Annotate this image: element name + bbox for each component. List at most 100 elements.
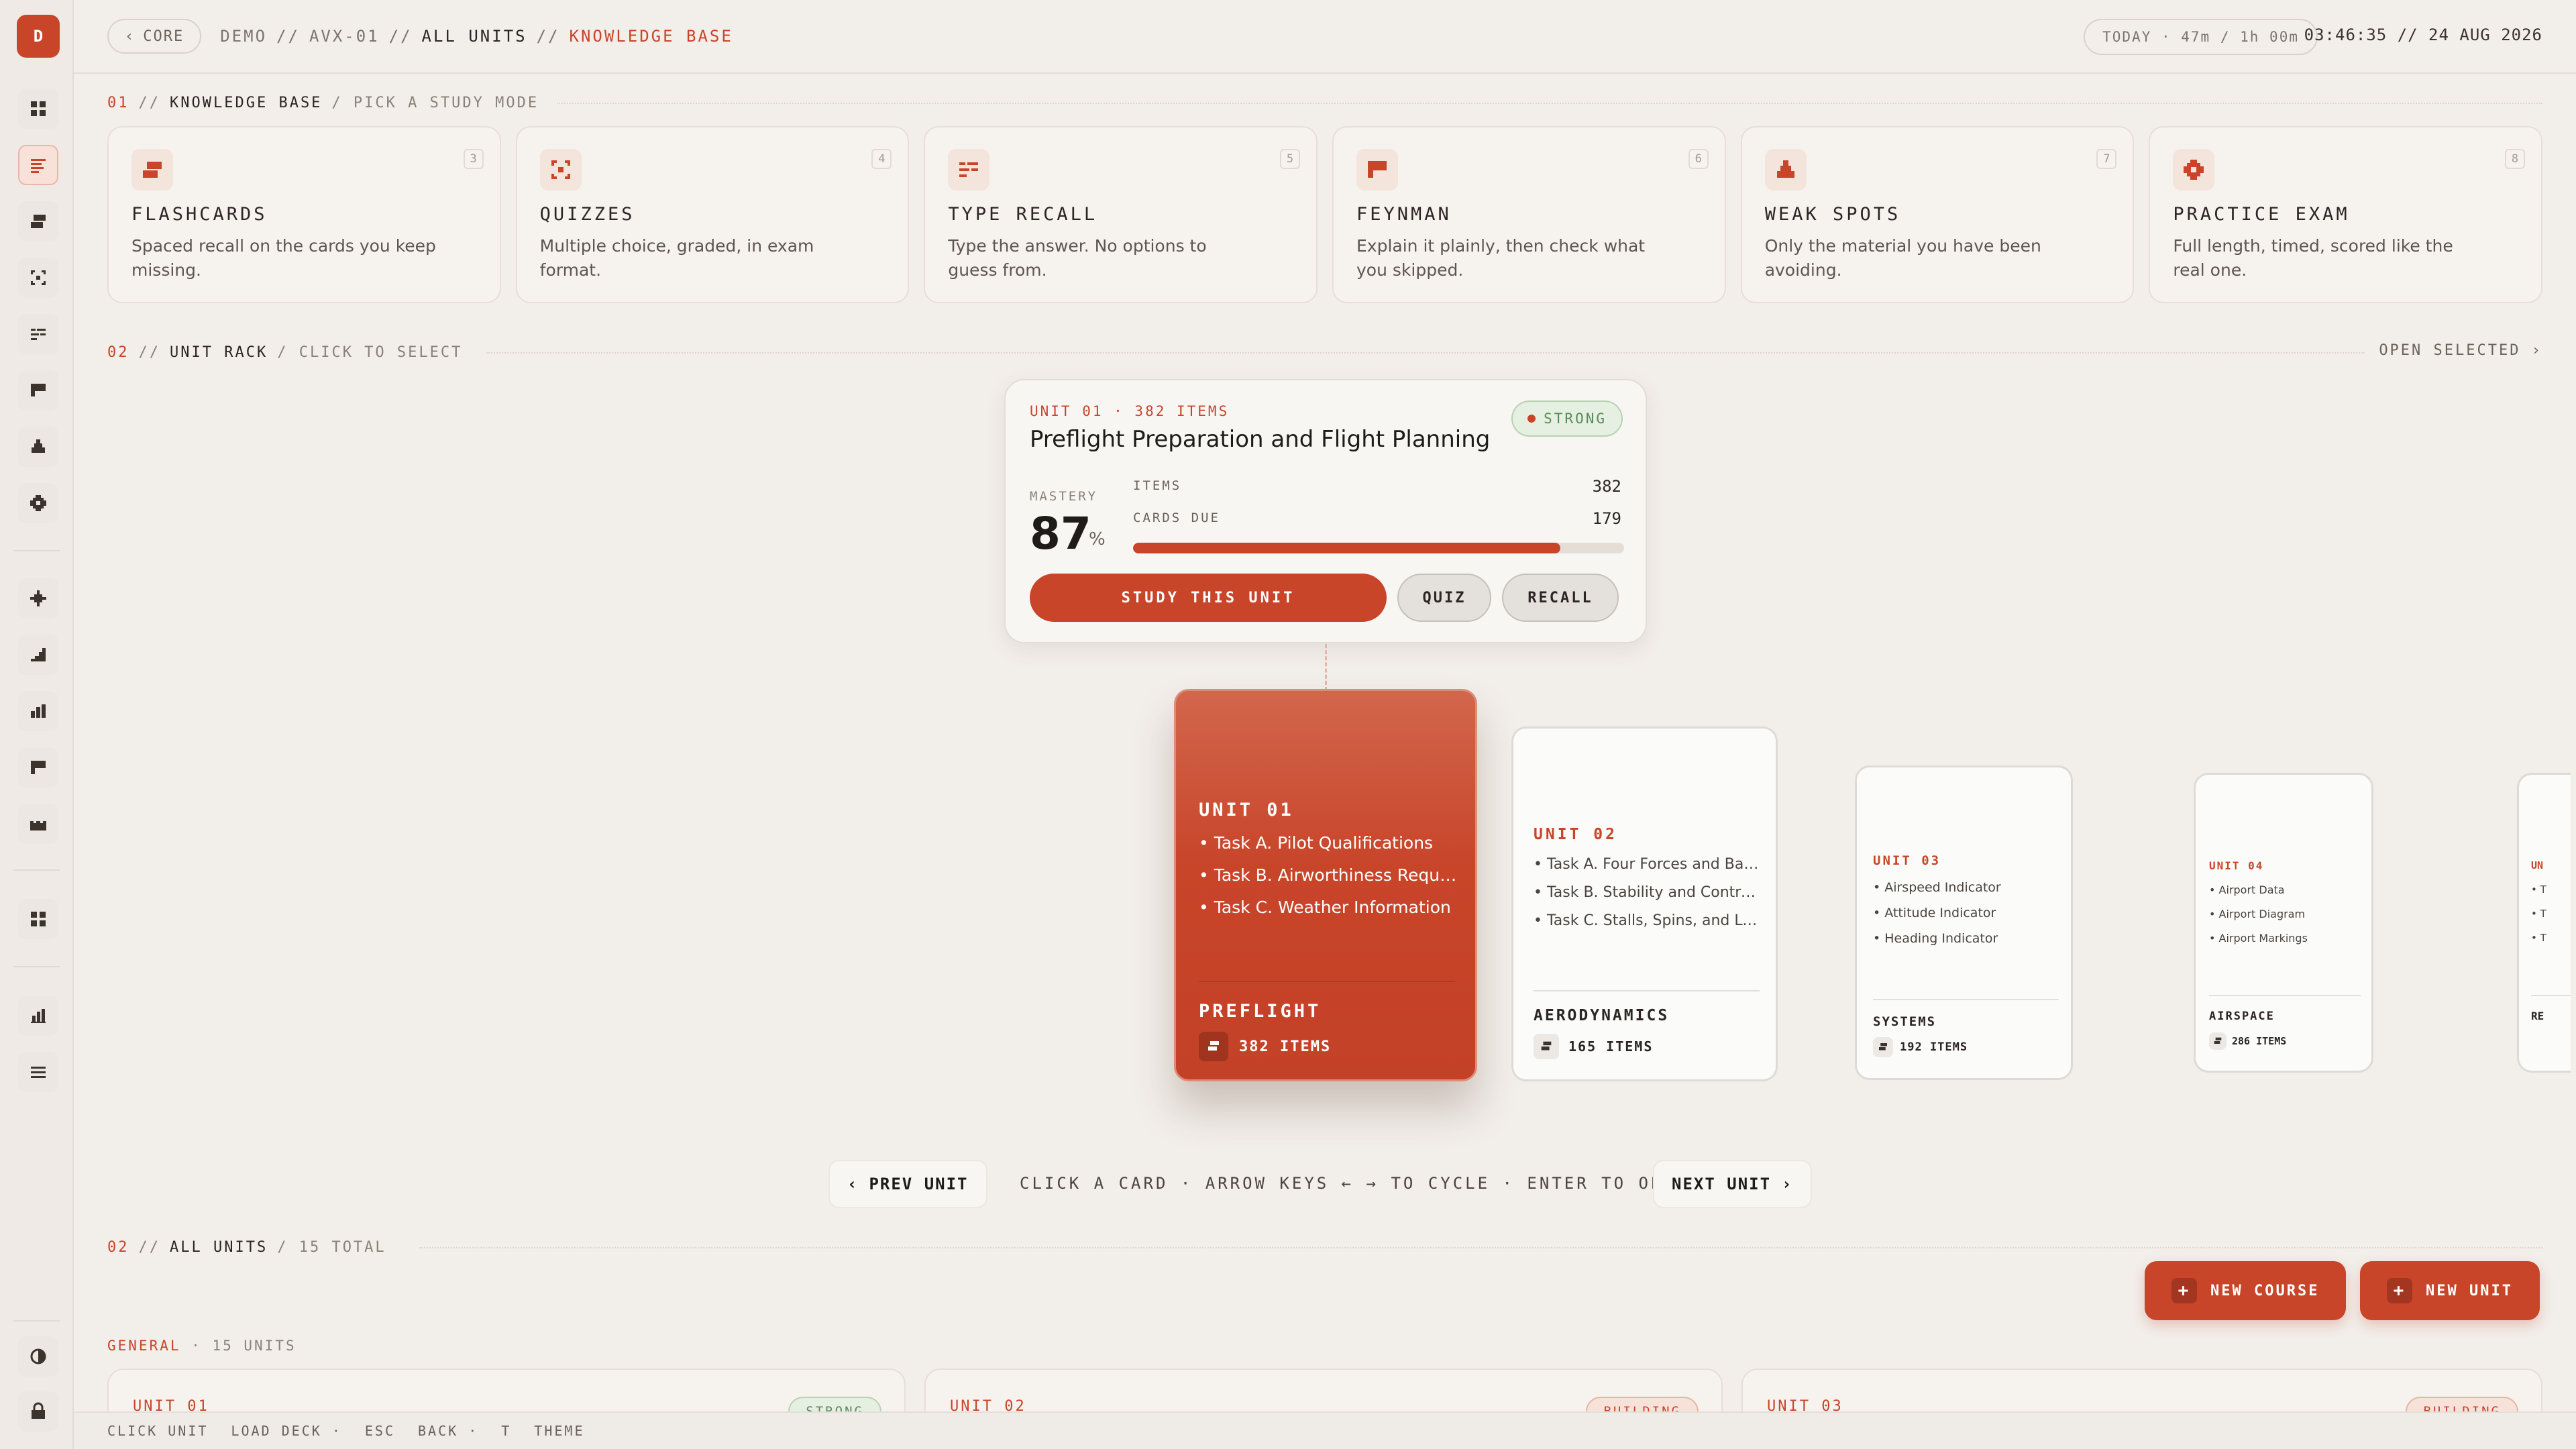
- bar-chart-icon[interactable]: [18, 691, 58, 731]
- weak-spots-icon[interactable]: [18, 427, 58, 467]
- section-heading-rack: 02 // UNIT RACK / CLICK TO SELECT: [107, 341, 462, 364]
- today-text: TODAY · 47m / 1h 00m: [2102, 29, 2299, 45]
- task-item: • Task B. Airworthiness Requirements: [1199, 865, 1460, 885]
- task-item: • Airport Data: [2209, 883, 2285, 896]
- unit-name: SYSTEMS: [1873, 1014, 1937, 1029]
- menu-icon[interactable]: [18, 1052, 58, 1092]
- cards-due-label: CARDS DUE: [1133, 511, 1220, 525]
- unit-label: UNIT 04: [2209, 859, 2264, 872]
- rack-card-unit-02[interactable]: UNIT 02 • Task A. Four Forces and Basic …: [1511, 727, 1778, 1081]
- mode-card-quizzes[interactable]: 4 QUIZZES Multiple choice, graded, in ex…: [515, 126, 910, 303]
- chart-icon[interactable]: [18, 635, 58, 675]
- section-divider: [486, 352, 2365, 354]
- flashcards-icon: [131, 149, 173, 191]
- sparkle-icon[interactable]: [18, 578, 58, 619]
- crumb-sep: //: [536, 27, 560, 46]
- prev-unit-button[interactable]: ‹ PREV UNIT: [828, 1160, 987, 1208]
- unit-name: AIRSPACE: [2209, 1010, 2275, 1023]
- section-heading-modes: 01 // KNOWLEDGE BASE / PICK A STUDY MODE: [107, 91, 539, 114]
- recall-button[interactable]: RECALL: [1502, 574, 1619, 622]
- mode-card-practice-exam[interactable]: 8 PRACTICE EXAM Full length, timed, scor…: [2149, 126, 2543, 303]
- quiz-icon[interactable]: [18, 258, 58, 298]
- crumb-all-units[interactable]: ALL UNITS: [422, 27, 527, 46]
- mastery-progress-bar: [1133, 543, 1624, 553]
- connector-line: [1325, 644, 1327, 691]
- task-item: • T: [2531, 932, 2546, 944]
- app-logo[interactable]: D: [17, 15, 60, 58]
- feynman-icon: [1356, 149, 1399, 191]
- flag-icon[interactable]: [18, 747, 58, 788]
- rack-card-unit-05[interactable]: UN • T • T • T RE: [2517, 773, 2571, 1073]
- unit-items: 286 ITEMS: [2209, 1032, 2286, 1050]
- back-button[interactable]: ‹ CORE: [107, 19, 202, 54]
- mastery-label: MASTERY: [1030, 489, 1098, 504]
- quiz-button[interactable]: QUIZ: [1397, 574, 1491, 622]
- sidebar-divider: [13, 966, 60, 967]
- timeline-icon[interactable]: [18, 804, 58, 844]
- crumb-knowledge-base: KNOWLEDGE BASE: [569, 27, 733, 46]
- chevron-left-icon: ‹: [847, 1175, 859, 1193]
- shortcut-text: CLICK UNIT: [107, 1423, 209, 1439]
- chevron-right-icon: ›: [1782, 1175, 1793, 1193]
- stats-icon[interactable]: [18, 996, 58, 1036]
- new-course-button[interactable]: + NEW COURSE: [2145, 1261, 2347, 1320]
- new-course-label: NEW COURSE: [2210, 1282, 2320, 1299]
- grid-icon[interactable]: [18, 89, 58, 129]
- task-item: • Task A. Pilot Qualifications: [1199, 833, 1434, 853]
- items-value: 382: [1592, 477, 1621, 496]
- deck-icon: [1534, 1034, 1559, 1059]
- mode-description: Type the answer. No options to guess fro…: [948, 236, 1207, 280]
- shortcut-key: T: [501, 1423, 512, 1439]
- card-divider: [1534, 990, 1760, 991]
- group-count: · 15 UNITS: [191, 1338, 297, 1354]
- section-number: 02: [107, 343, 129, 361]
- quiz-icon: [539, 149, 582, 191]
- shortcut-text: THEME: [534, 1423, 585, 1439]
- cards-due-value: 179: [1592, 509, 1621, 528]
- grid-icon[interactable]: [18, 899, 58, 939]
- mode-card-flashcards[interactable]: 3 FLASHCARDS Spaced recall on the cards …: [107, 126, 501, 303]
- mode-card-type-recall[interactable]: 5 TYPE RECALL Type the answer. No option…: [924, 126, 1318, 303]
- new-unit-button[interactable]: + NEW UNIT: [2360, 1261, 2540, 1320]
- mode-title: FEYNMAN: [1356, 204, 1452, 225]
- unit-label: UN: [2531, 859, 2544, 871]
- recall-icon[interactable]: [18, 314, 58, 354]
- mode-description: Multiple choice, graded, in exam format.: [539, 236, 814, 280]
- unit-name: PREFLIGHT: [1199, 1001, 1322, 1022]
- mode-title: FLASHCARDS: [131, 204, 268, 225]
- top-bar: ‹ CORE DEMO // AVX-01 // ALL UNITS // KN…: [74, 0, 2576, 74]
- exam-icon[interactable]: [18, 483, 58, 523]
- lock-icon[interactable]: [18, 1391, 58, 1432]
- unit-name: RE: [2531, 1010, 2544, 1022]
- feynman-icon[interactable]: [18, 370, 58, 411]
- rack-card-unit-04[interactable]: UNIT 04 • Airport Data • Airport Diagram…: [2194, 773, 2373, 1073]
- task-item: • Task C. Weather Information: [1199, 898, 1451, 917]
- unit-label: UNIT 02: [1534, 826, 1617, 843]
- open-selected-link[interactable]: OPEN SELECTED ›: [2379, 342, 2542, 359]
- mode-card-feynman[interactable]: 6 FEYNMAN Explain it plainly, then check…: [1332, 126, 1726, 303]
- section-title: KNOWLEDGE BASE: [170, 94, 323, 111]
- rack-card-unit-03[interactable]: UNIT 03 • Airspeed Indicator • Attitude …: [1855, 765, 2073, 1080]
- today-progress: TODAY · 47m / 1h 00m: [2084, 19, 2318, 55]
- mode-card-weak-spots[interactable]: 7 WEAK SPOTS Only the material you have …: [1740, 126, 2135, 303]
- rack-card-unit-01[interactable]: UNIT 01 • Task A. Pilot Qualifications •…: [1174, 689, 1477, 1081]
- list-icon[interactable]: [18, 145, 58, 185]
- shortcut-key: 3: [463, 149, 484, 169]
- mode-title: PRACTICE EXAM: [2173, 204, 2350, 225]
- sidebar-divider: [13, 550, 60, 551]
- crumb-sep: //: [276, 27, 300, 46]
- card-divider: [1873, 999, 2059, 1000]
- theme-icon[interactable]: [18, 1336, 58, 1377]
- section-divider: [419, 1247, 2542, 1248]
- unit-items-count: 165 ITEMS: [1568, 1038, 1654, 1055]
- next-unit-button[interactable]: NEXT UNIT ›: [1653, 1160, 1812, 1208]
- flashcards-icon[interactable]: [18, 201, 58, 241]
- task-item: • Airspeed Indicator: [1873, 880, 2001, 895]
- shortcut-key: 7: [2096, 149, 2117, 169]
- crumb-demo[interactable]: DEMO: [220, 27, 267, 46]
- crumb-avx[interactable]: AVX-01: [309, 27, 380, 46]
- task-item: • T: [2531, 908, 2546, 920]
- section-sep: //: [138, 94, 160, 111]
- study-unit-button[interactable]: STUDY THIS UNIT: [1030, 574, 1387, 622]
- status-badge: STRONG: [1511, 400, 1623, 437]
